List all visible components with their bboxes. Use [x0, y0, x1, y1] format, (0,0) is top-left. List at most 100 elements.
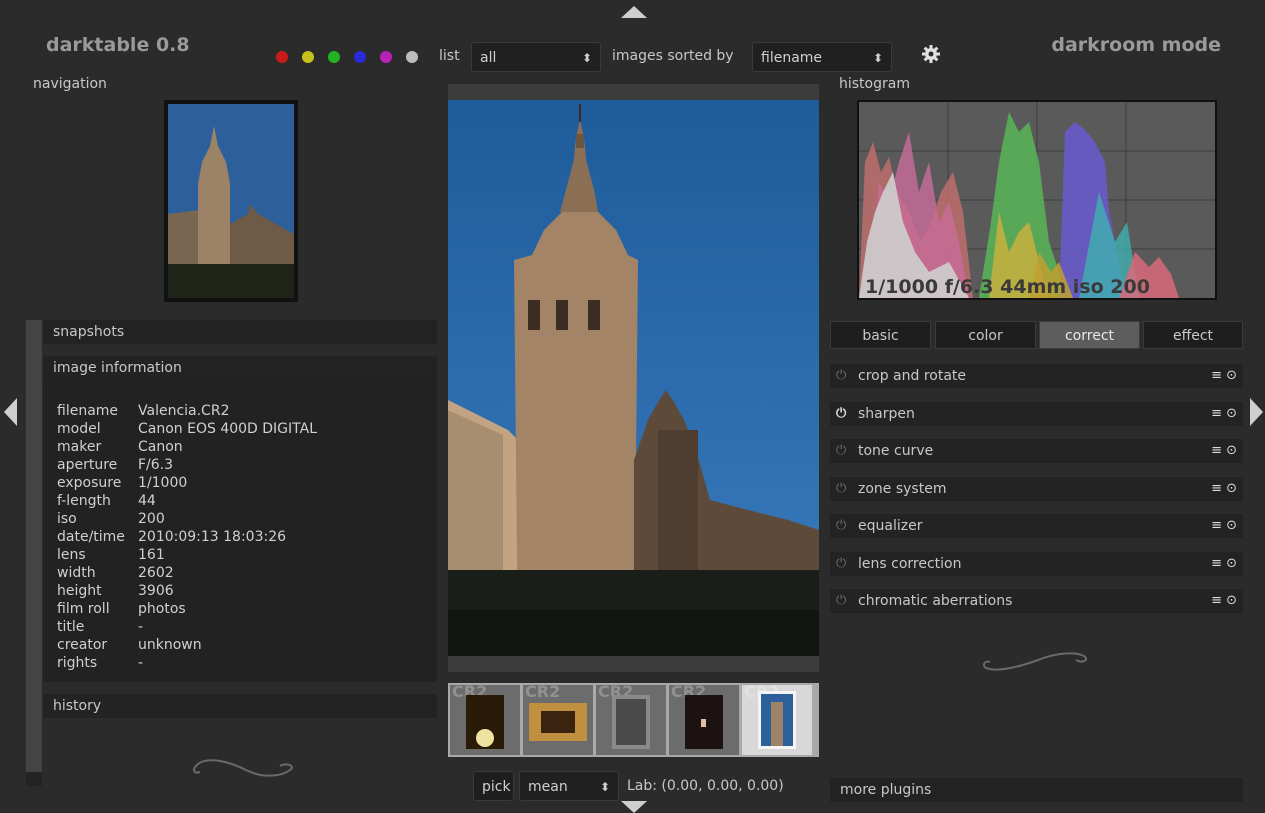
list-filter-select[interactable]: all ⬍	[471, 42, 601, 72]
tab-basic[interactable]: basic	[830, 321, 931, 349]
power-icon[interactable]: ⏻	[836, 364, 846, 388]
collapse-bottom-arrow[interactable]	[621, 801, 647, 813]
reset-icon[interactable]: ⊙	[1222, 368, 1237, 383]
color-label-yellow[interactable]	[302, 51, 314, 63]
color-label-gray[interactable]	[406, 51, 418, 63]
reset-icon[interactable]: ⊙	[1222, 518, 1237, 533]
updown-icon: ⬍	[872, 51, 883, 65]
image-info-list: filename Valencia.CR2 model Canon EOS 400D …	[57, 402, 317, 672]
tab-correct[interactable]: correct	[1039, 321, 1140, 349]
collapse-right-arrow[interactable]	[1250, 398, 1263, 426]
plugin-chromatic-aberrations[interactable]: ⏻ chromatic aberrations ≡ ⊙	[830, 589, 1243, 613]
info-row: exposure 1/1000	[57, 474, 317, 492]
presets-menu-icon[interactable]: ≡	[1211, 406, 1222, 421]
plugin-tone-curve[interactable]: ⏻ tone curve ≡ ⊙	[830, 439, 1243, 463]
presets-menu-icon[interactable]: ≡	[1211, 368, 1222, 383]
snapshots-header[interactable]: snapshots	[43, 320, 437, 344]
power-icon[interactable]: ⏻	[836, 402, 846, 426]
color-label-green[interactable]	[328, 51, 340, 63]
plugin-zone-system[interactable]: ⏻ zone system ≡ ⊙	[830, 476, 1243, 501]
info-key: model	[57, 421, 101, 437]
plugin-name: sharpen	[858, 405, 915, 422]
info-value: unknown	[138, 637, 202, 653]
power-icon[interactable]: ⏻	[836, 439, 846, 463]
sort-value: filename	[761, 50, 823, 66]
plugin-controls: ≡ ⊙	[1211, 364, 1237, 388]
info-row: f-length 44	[57, 492, 317, 510]
navigation-thumbnail	[168, 104, 294, 298]
presets-menu-icon[interactable]: ≡	[1211, 481, 1222, 496]
filmstrip-thumb[interactable]: CR2	[523, 682, 593, 755]
info-key: date/time	[57, 529, 125, 545]
history-header[interactable]: history	[43, 694, 437, 718]
histogram-label: histogram	[839, 76, 910, 92]
color-label-purple[interactable]	[380, 51, 392, 63]
thumb-image	[529, 703, 587, 741]
plugin-controls: ≡ ⊙	[1211, 439, 1237, 463]
thumb-extension: CR2	[525, 682, 561, 701]
presets-menu-icon[interactable]: ≡	[1211, 518, 1222, 533]
info-key: title	[57, 619, 85, 635]
info-value: F/6.3	[138, 457, 174, 473]
left-scrollbar-end	[26, 772, 42, 786]
reset-icon[interactable]: ⊙	[1222, 406, 1237, 421]
ornament-swirl-icon	[982, 652, 1088, 671]
histogram[interactable]: 1/1000 f/6.3 44mm iso 200	[857, 100, 1217, 300]
info-value: 2602	[138, 565, 174, 581]
gear-icon[interactable]	[921, 44, 941, 68]
info-value: -	[138, 619, 144, 635]
info-value: Canon	[138, 439, 183, 455]
info-value: 3906	[138, 583, 174, 599]
plugin-lens-correction[interactable]: ⏻ lens correction ≡ ⊙	[830, 551, 1243, 576]
updown-icon: ⬍	[581, 51, 592, 65]
info-value: -	[138, 655, 144, 671]
info-key: iso	[57, 511, 77, 527]
left-scrollbar[interactable]	[26, 320, 42, 786]
reset-icon[interactable]: ⊙	[1222, 556, 1237, 571]
color-label-blue[interactable]	[354, 51, 366, 63]
info-row: rights -	[57, 654, 317, 672]
pick-button[interactable]: pick	[473, 771, 514, 801]
lab-readout: Lab: (0.00, 0.00, 0.00)	[627, 778, 784, 794]
presets-menu-icon[interactable]: ≡	[1211, 556, 1222, 571]
color-label-red[interactable]	[276, 51, 288, 63]
plugin-name: crop and rotate	[858, 368, 967, 384]
tab-color[interactable]: color	[935, 321, 1036, 349]
image-information-header[interactable]: image information	[43, 356, 437, 380]
filmstrip-thumb-selected[interactable]: CR2	[742, 682, 812, 755]
mean-value: mean	[528, 779, 568, 795]
power-icon[interactable]: ⏻	[836, 514, 846, 538]
reset-icon[interactable]: ⊙	[1222, 481, 1237, 496]
thumb-image	[685, 695, 723, 749]
plugin-crop-and-rotate[interactable]: ⏻ crop and rotate ≡ ⊙	[830, 364, 1243, 388]
filmstrip-thumb[interactable]: CR2	[669, 682, 739, 755]
info-row: creator unknown	[57, 636, 317, 654]
info-key: exposure	[57, 475, 122, 491]
presets-menu-icon[interactable]: ≡	[1211, 443, 1222, 458]
mean-select[interactable]: mean ⬍	[519, 771, 619, 801]
info-row: filename Valencia.CR2	[57, 402, 317, 420]
filmstrip: CR2 CR2 CR2 CR2 CR2	[448, 682, 819, 757]
reset-icon[interactable]: ⊙	[1222, 593, 1237, 608]
sort-select[interactable]: filename ⬍	[752, 42, 892, 72]
collapse-top-arrow[interactable]	[621, 6, 647, 18]
more-plugins-header[interactable]: more plugins	[830, 778, 1243, 802]
reset-icon[interactable]: ⊙	[1222, 443, 1237, 458]
main-photo[interactable]	[448, 100, 819, 656]
plugin-sharpen[interactable]: ⏻ sharpen ≡ ⊙	[830, 401, 1243, 426]
power-icon[interactable]: ⏻	[836, 477, 846, 501]
power-icon[interactable]: ⏻	[836, 552, 846, 576]
presets-menu-icon[interactable]: ≡	[1211, 593, 1222, 608]
navigation-preview[interactable]	[164, 100, 298, 302]
info-key: aperture	[57, 457, 118, 473]
collapse-left-arrow[interactable]	[4, 398, 17, 426]
thumb-image	[758, 691, 796, 749]
info-row: aperture F/6.3	[57, 456, 317, 474]
info-key: film roll	[57, 601, 110, 617]
plugin-equalizer[interactable]: ⏻ equalizer ≡ ⊙	[830, 514, 1243, 538]
plugin-name: chromatic aberrations	[858, 593, 1013, 609]
filmstrip-thumb[interactable]: CR2	[450, 682, 520, 755]
tab-effect[interactable]: effect	[1143, 321, 1243, 349]
power-icon[interactable]: ⏻	[836, 589, 846, 613]
filmstrip-thumb[interactable]: CR2	[596, 682, 666, 755]
